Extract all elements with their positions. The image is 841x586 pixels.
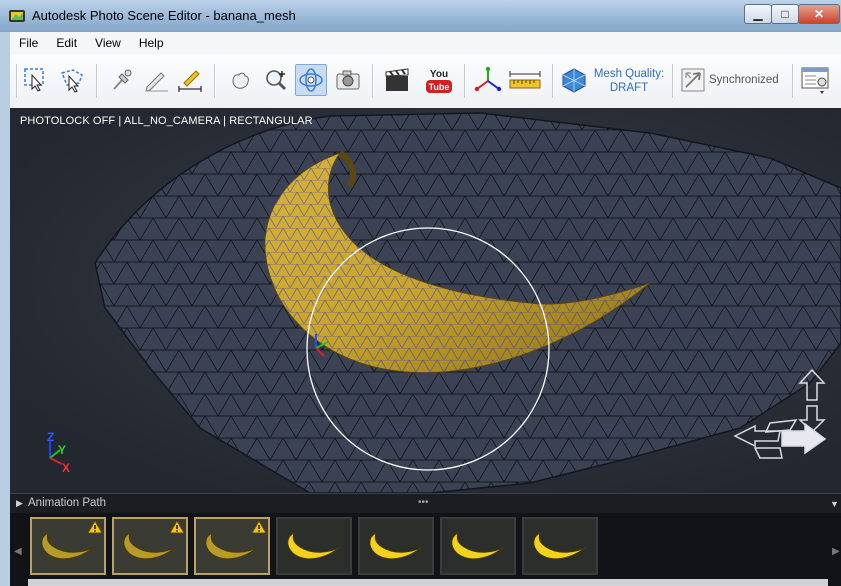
horizontal-scrollbar[interactable] bbox=[28, 579, 828, 586]
orbit-icon bbox=[299, 68, 323, 92]
toolbar-separator bbox=[214, 64, 216, 98]
zoom-button[interactable] bbox=[260, 64, 292, 96]
mesh-quality-text[interactable]: Mesh Quality: DRAFT bbox=[593, 67, 665, 95]
warning-icon bbox=[170, 521, 184, 533]
viewport-status-text: PHOTOLOCK OFF | ALL_NO_CAMERA | RECTANGU… bbox=[20, 115, 313, 127]
camera-icon bbox=[336, 70, 360, 90]
scroll-left-icon[interactable]: ◀ bbox=[14, 546, 22, 557]
mesh-quality-button[interactable] bbox=[558, 64, 590, 96]
animation-thumbnail[interactable] bbox=[112, 517, 188, 575]
title-bar: Autodesk Photo Scene Editor - banana_mes… bbox=[0, 0, 841, 33]
lasso-select-button[interactable] bbox=[56, 64, 88, 96]
toolbar-separator bbox=[792, 64, 794, 98]
app-icon bbox=[9, 10, 25, 22]
toolbar-separator bbox=[96, 64, 98, 98]
svg-text:Y: Y bbox=[58, 443, 66, 457]
ruler-button[interactable] bbox=[507, 64, 543, 96]
pan-button[interactable] bbox=[224, 64, 256, 96]
warning-icon bbox=[88, 521, 102, 533]
measure-pencil-button[interactable] bbox=[174, 64, 206, 96]
rect-select-icon bbox=[24, 68, 44, 92]
sync-button[interactable] bbox=[677, 64, 709, 96]
pencil-icon bbox=[145, 72, 168, 92]
minimize-button[interactable]: ▁ bbox=[744, 4, 772, 24]
ruler-icon bbox=[509, 71, 541, 89]
svg-text:You: You bbox=[430, 69, 448, 80]
close-button[interactable]: ✕ bbox=[798, 4, 840, 24]
thumbnail-image bbox=[278, 519, 350, 573]
zoom-icon bbox=[266, 70, 287, 91]
mesh-quality-label: Mesh Quality: bbox=[593, 68, 665, 80]
sync-status: Synchronized bbox=[709, 74, 779, 86]
animation-thumbnail[interactable] bbox=[30, 517, 106, 575]
animation-path-header[interactable]: ▶ Animation Path ••• ▼ bbox=[10, 493, 841, 514]
mesh-quality-icon bbox=[562, 68, 586, 93]
resize-grip-icon[interactable]: ••• bbox=[418, 497, 429, 508]
window-title: Autodesk Photo Scene Editor - banana_mes… bbox=[32, 8, 296, 23]
animation-thumbnail[interactable] bbox=[440, 517, 516, 575]
svg-text:Z: Z bbox=[47, 430, 54, 444]
expand-triangle-icon[interactable]: ▶ bbox=[16, 498, 23, 509]
toolbar-grip bbox=[16, 64, 18, 98]
toolbar: You Tube Mesh Quality: DRAFT Synchronize… bbox=[10, 54, 841, 109]
pencil-button[interactable] bbox=[140, 64, 172, 96]
toolbar-separator bbox=[372, 64, 374, 98]
camera-button[interactable] bbox=[332, 64, 364, 96]
axis-triad: Z Y X bbox=[47, 430, 70, 475]
axis-icon bbox=[474, 66, 502, 92]
youtube-icon: You Tube bbox=[426, 69, 452, 93]
svg-text:Tube: Tube bbox=[429, 82, 450, 92]
maximize-button[interactable]: □ bbox=[771, 4, 799, 24]
menu-edit[interactable]: Edit bbox=[47, 36, 86, 50]
youtube-button[interactable]: You Tube bbox=[423, 64, 455, 96]
clapperboard-icon bbox=[385, 68, 409, 91]
menu-file[interactable]: File bbox=[10, 36, 47, 50]
rect-select-button[interactable] bbox=[20, 64, 52, 96]
menu-view[interactable]: View bbox=[86, 36, 130, 50]
warning-icon bbox=[252, 521, 266, 533]
scroll-right-icon[interactable]: ▶ bbox=[832, 546, 840, 557]
pan-hand-icon bbox=[232, 72, 249, 89]
mesh-quality-value: DRAFT bbox=[609, 82, 649, 94]
thumbnail-image bbox=[524, 519, 596, 573]
animation-thumbnail[interactable] bbox=[194, 517, 270, 575]
toolbar-separator bbox=[464, 64, 466, 98]
settings-panel-icon bbox=[801, 67, 829, 94]
animation-thumbnail[interactable] bbox=[276, 517, 352, 575]
orbit-button[interactable] bbox=[295, 64, 327, 96]
3d-viewport[interactable]: Z Y X PHOTOLOCK OFF | ALL_NO_CAMERA | RE… bbox=[10, 108, 841, 493]
lasso-select-icon bbox=[60, 69, 83, 93]
axis-button[interactable] bbox=[472, 64, 504, 96]
mesh-scene[interactable]: Z Y X bbox=[10, 108, 841, 493]
animation-button[interactable] bbox=[381, 64, 413, 96]
reference-point-button[interactable] bbox=[106, 64, 138, 96]
thumbnail-image bbox=[360, 519, 432, 573]
toolbar-separator bbox=[552, 64, 554, 98]
thumbnail-image bbox=[442, 519, 514, 573]
collapse-arrow-icon[interactable]: ▼ bbox=[830, 499, 839, 509]
menu-help[interactable]: Help bbox=[130, 36, 173, 50]
toolbar-separator bbox=[672, 64, 674, 98]
reference-point-icon bbox=[113, 69, 132, 90]
animation-thumbnail[interactable] bbox=[358, 517, 434, 575]
settings-panel-button[interactable] bbox=[799, 64, 831, 96]
sync-icon bbox=[681, 68, 705, 92]
animation-path-strip: ◀ ▶ bbox=[10, 513, 841, 586]
animation-path-title: Animation Path bbox=[28, 497, 106, 509]
menu-bar: File Edit View Help bbox=[10, 32, 841, 55]
measure-pencil-icon bbox=[178, 70, 202, 92]
svg-text:X: X bbox=[62, 461, 70, 475]
animation-thumbnail[interactable] bbox=[522, 517, 598, 575]
